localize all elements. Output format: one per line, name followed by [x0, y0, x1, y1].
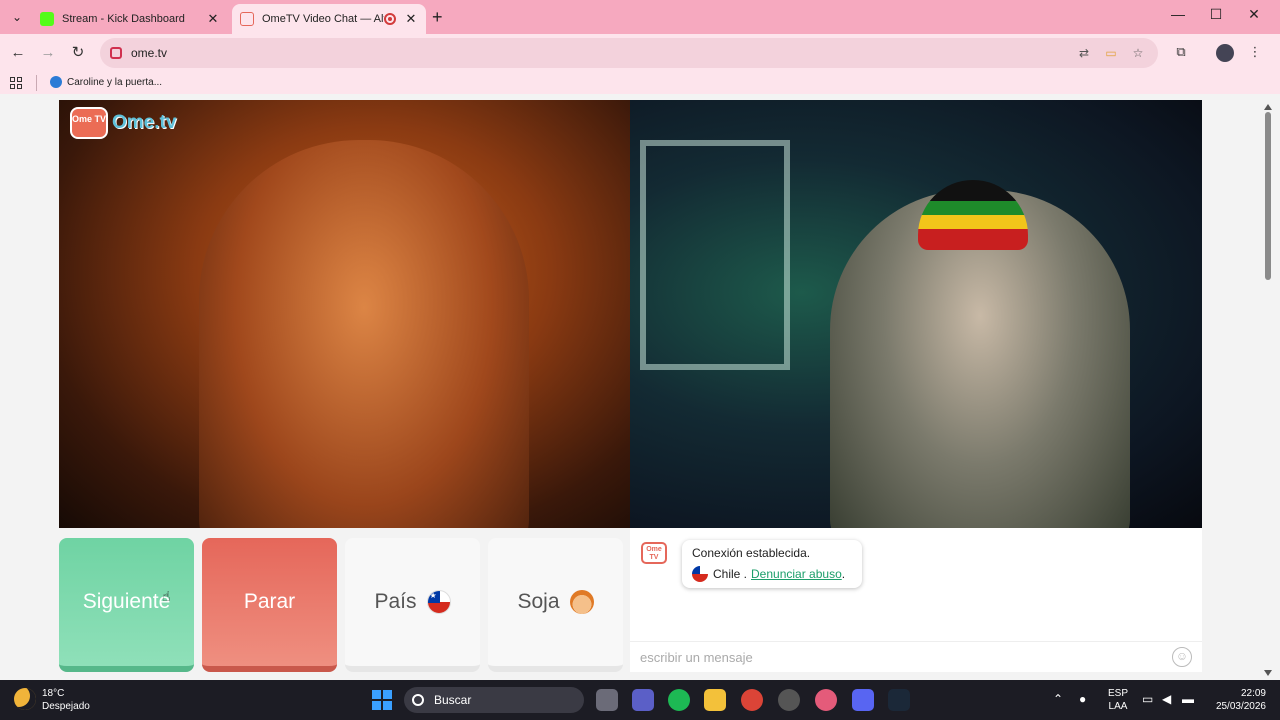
chile-flag-icon	[426, 590, 451, 614]
keyboard-layout: LAA	[1108, 701, 1128, 712]
bookmarks-bar: Caroline y la puerta...	[0, 72, 1280, 94]
ometv-favicon-icon	[240, 12, 254, 26]
windows-start-icon[interactable]	[372, 690, 392, 710]
bookmark-label: Caroline y la puerta...	[67, 76, 163, 88]
tab-title: OmeTV Video Chat — Alter	[262, 13, 384, 25]
search-icon	[412, 694, 424, 706]
file-explorer-icon[interactable]	[704, 689, 726, 711]
tab-title: Stream - Kick Dashboard	[62, 13, 185, 25]
volume-icon[interactable]: ◀	[1162, 692, 1171, 706]
clock[interactable]: 22:09 25/03/2026	[1206, 687, 1266, 713]
stop-label: Parar	[243, 590, 296, 613]
address-bar[interactable]: ome.tv ⇄ ▭ ☆	[100, 38, 1158, 68]
menu-dots-icon[interactable]: ⋮	[1246, 44, 1264, 62]
ometv-logo: Ome TV Ome.tv	[70, 107, 176, 139]
taskbar-search[interactable]: Buscar	[404, 687, 584, 713]
connection-message: Conexión establecida.	[692, 546, 811, 560]
report-abuse-link[interactable]: Denunciar abuso	[751, 567, 842, 581]
background-shelf	[640, 140, 790, 370]
new-tab-plus-icon[interactable]: +	[432, 7, 443, 28]
minimize-icon[interactable]: —	[1160, 6, 1196, 22]
weather-widget[interactable]: 18°C Despejado	[42, 687, 90, 713]
chat-divider	[630, 641, 1202, 642]
remote-video	[630, 100, 1202, 528]
discord-icon[interactable]	[852, 689, 874, 711]
page-scrollbar[interactable]	[1262, 100, 1274, 680]
logo-name: Ome.tv	[112, 112, 177, 133]
stop-button[interactable]: Parar	[202, 538, 337, 672]
gender-label: Soja	[517, 590, 560, 613]
search-label: Buscar	[434, 693, 472, 707]
boy-emoji-icon	[569, 590, 594, 614]
bookmark-separator	[36, 75, 37, 91]
system-message: Conexión establecida. Chile . Denunciar …	[682, 540, 862, 588]
beanie	[918, 180, 1028, 250]
maximize-icon[interactable]: ☐	[1198, 6, 1234, 23]
extensions-puzzle-icon[interactable]: ⧉	[1172, 44, 1190, 62]
steam-icon[interactable]	[888, 689, 910, 711]
extension-badge-icon[interactable]: ▭	[1103, 45, 1119, 61]
close-icon[interactable]: ✕	[206, 11, 220, 27]
language-indicator[interactable]: ESP LAA	[1108, 687, 1128, 713]
bookmark-item[interactable]: Caroline y la puerta...	[50, 76, 162, 88]
country-label: País	[374, 590, 417, 613]
chat-panel: Ome TV Conexión establecida. Chile . Den…	[630, 528, 1202, 672]
teams-icon[interactable]	[632, 689, 654, 711]
moon-icon[interactable]	[14, 688, 36, 710]
ometv-avatar-icon: Ome TV	[641, 542, 667, 564]
chrome-icon[interactable]	[741, 689, 763, 711]
bookmark-favicon-icon	[50, 76, 62, 88]
close-icon[interactable]: ✕	[404, 11, 418, 27]
battery-icon[interactable]: ▬	[1182, 692, 1194, 706]
scrollbar-thumb[interactable]	[1265, 112, 1271, 280]
tab-kick-dashboard[interactable]: Stream - Kick Dashboard ✕	[32, 4, 228, 34]
emoji-picker-icon[interactable]: ☺	[1172, 647, 1192, 667]
recording-icon	[384, 13, 396, 25]
time: 22:09	[1240, 688, 1266, 699]
browser-toolbar: ← → ↻ ome.tv ⇄ ▭ ☆ ⧉ ⋮	[0, 34, 1280, 72]
bookmark-star-icon[interactable]: ☆	[1130, 45, 1146, 61]
window-close-icon[interactable]: ✕	[1236, 6, 1272, 23]
country-row: Chile . Denunciar abuso.	[692, 566, 852, 582]
weather-condition: Despejado	[42, 701, 90, 712]
spotify-icon[interactable]	[668, 689, 690, 711]
gender-button[interactable]: Soja	[488, 538, 623, 672]
task-view-icon[interactable]	[596, 689, 618, 711]
country-name: Chile .	[713, 567, 748, 581]
microphone-icon[interactable]: ●	[1079, 692, 1086, 706]
local-person	[199, 140, 529, 528]
chat-message-input[interactable]: escribir un mensaje	[640, 650, 753, 665]
date: 25/03/2026	[1215, 701, 1266, 712]
network-icon[interactable]: ▭	[1142, 692, 1153, 706]
scroll-up-icon[interactable]	[1264, 104, 1272, 110]
mouse-cursor-icon: ☝	[162, 588, 171, 604]
obs-icon[interactable]	[778, 689, 800, 711]
next-label: Siguiente	[82, 590, 171, 613]
kick-favicon-icon	[40, 12, 54, 26]
forward-arrow-icon[interactable]: →	[38, 43, 58, 63]
temperature: 18°C	[42, 688, 65, 699]
language: ESP	[1108, 688, 1129, 699]
country-button[interactable]: País	[345, 538, 480, 672]
local-video	[59, 100, 630, 528]
windows-taskbar: 18°C Despejado Buscar ⌃ ● ESP LAA ▭ ◀ ▬ …	[0, 680, 1280, 720]
tab-search-chevron-icon[interactable]: ⌄	[6, 6, 28, 28]
scroll-down-icon[interactable]	[1264, 670, 1272, 676]
back-arrow-icon[interactable]: ←	[8, 43, 28, 63]
apps-grid-icon[interactable]	[10, 77, 22, 89]
browser-tab-bar: ⌄ Stream - Kick Dashboard ✕ OmeTV Video …	[0, 0, 1280, 34]
profile-avatar[interactable]	[1216, 44, 1234, 62]
reload-icon[interactable]: ↻	[68, 43, 88, 63]
translate-icon[interactable]: ⇄	[1076, 45, 1092, 61]
report-suffix: .	[841, 567, 846, 581]
camera-permission-icon[interactable]	[110, 47, 122, 59]
logo-tv-icon: Ome TV	[70, 107, 108, 139]
url-text: ome.tv	[131, 46, 168, 60]
chile-flag-icon	[692, 566, 708, 582]
tray-chevron-icon[interactable]: ⌃	[1053, 692, 1063, 706]
tab-ometv[interactable]: OmeTV Video Chat — Alter ✕	[232, 4, 426, 34]
chrome-profile-icon[interactable]	[815, 689, 837, 711]
next-button[interactable]: Siguiente	[59, 538, 194, 672]
